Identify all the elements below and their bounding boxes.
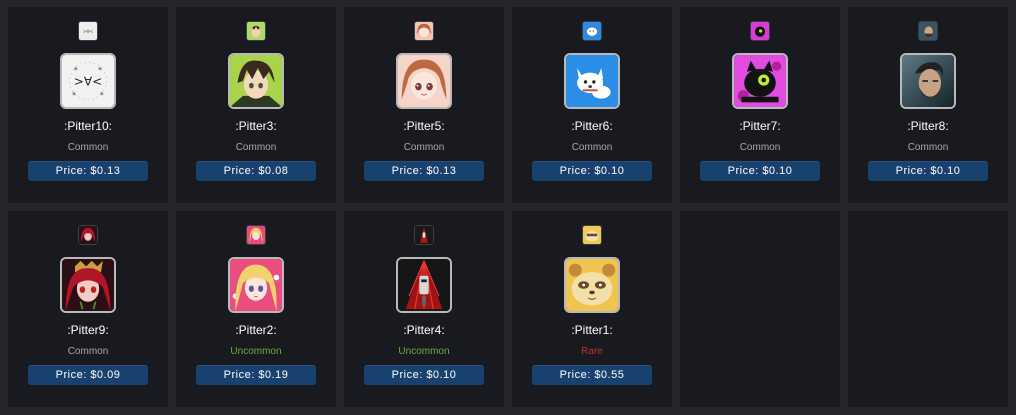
item-name: :Pitter10: xyxy=(63,119,113,133)
emoticon-grid: >∀< ✶ ✶ ✶ ✶ >∀< :Pitter10: Common Price:… xyxy=(0,0,1016,415)
item-name: :Pitter1: xyxy=(571,323,613,337)
item-rarity: Common xyxy=(907,142,949,153)
price-button[interactable]: Price: $0.13 xyxy=(364,161,484,181)
price-button[interactable]: Price: $0.13 xyxy=(28,161,148,181)
price-button[interactable]: Price: $0.10 xyxy=(868,161,988,181)
item-rarity: Common xyxy=(571,142,613,153)
bearded-man-icon xyxy=(919,22,937,40)
item-rarity: Common xyxy=(403,142,445,153)
price-button[interactable]: Price: $0.10 xyxy=(700,161,820,181)
dark-figure-icon xyxy=(396,257,452,313)
svg-text:✶: ✶ xyxy=(99,90,104,98)
item-rarity: Common xyxy=(235,142,277,153)
item-name: :Pitter9: xyxy=(67,323,109,337)
price-button[interactable]: Price: $0.09 xyxy=(28,365,148,385)
black-cat-icon xyxy=(751,22,769,40)
red-haired-girl-icon xyxy=(60,257,116,313)
svg-text:✶: ✶ xyxy=(97,65,102,73)
anime-boy-icon xyxy=(247,22,265,40)
item-card[interactable]: :Pitter1: Rare Price: $0.55 xyxy=(512,211,672,407)
anime-girl-icon xyxy=(396,53,452,109)
blonde-girl-icon xyxy=(228,257,284,313)
anime-girl-icon xyxy=(415,22,433,40)
item-name: :Pitter7: xyxy=(739,119,781,133)
raccoon-icon xyxy=(583,226,601,244)
bearded-man-icon xyxy=(900,53,956,109)
item-rarity: Common xyxy=(67,142,109,153)
item-card[interactable]: :Pitter3: Common Price: $0.08 xyxy=(176,7,336,203)
item-card[interactable]: :Pitter7: Common Price: $0.10 xyxy=(680,7,840,203)
item-card[interactable]: >∀< ✶ ✶ ✶ ✶ >∀< :Pitter10: Common Price:… xyxy=(8,7,168,203)
item-card[interactable]: :Pitter9: Common Price: $0.09 xyxy=(8,211,168,407)
white-dog-icon xyxy=(583,22,601,40)
item-card[interactable]: :Pitter8: Common Price: $0.10 xyxy=(848,7,1008,203)
item-card[interactable]: :Pitter2: Uncommon Price: $0.19 xyxy=(176,211,336,407)
item-card[interactable]: :Pitter5: Common Price: $0.13 xyxy=(344,7,504,203)
item-rarity: Uncommon xyxy=(230,346,282,357)
item-card[interactable]: :Pitter6: Common Price: $0.10 xyxy=(512,7,672,203)
price-button[interactable]: Price: $0.55 xyxy=(532,365,652,385)
black-cat-icon xyxy=(732,53,788,109)
anime-boy-icon xyxy=(228,53,284,109)
item-rarity: Common xyxy=(739,142,781,153)
price-button[interactable]: Price: $0.08 xyxy=(196,161,316,181)
price-button[interactable]: Price: $0.10 xyxy=(364,365,484,385)
item-rarity: Rare xyxy=(581,346,603,357)
svg-text:✶: ✶ xyxy=(73,65,78,73)
kaomoji-face-icon: >∀< xyxy=(79,22,97,40)
white-dog-icon xyxy=(564,53,620,109)
item-rarity: Uncommon xyxy=(398,346,450,357)
price-button[interactable]: Price: $0.19 xyxy=(196,365,316,385)
item-name: :Pitter2: xyxy=(235,323,277,337)
item-card[interactable]: :Pitter4: Uncommon Price: $0.10 xyxy=(344,211,504,407)
item-name: :Pitter5: xyxy=(403,119,445,133)
empty-slot xyxy=(680,211,840,407)
item-rarity: Common xyxy=(67,346,109,357)
item-name: :Pitter3: xyxy=(235,119,277,133)
price-button[interactable]: Price: $0.10 xyxy=(532,161,652,181)
blonde-girl-icon xyxy=(247,226,265,244)
empty-slot xyxy=(848,211,1008,407)
svg-text:>∀<: >∀< xyxy=(83,29,94,35)
svg-text:>∀<: >∀< xyxy=(74,75,102,89)
item-name: :Pitter8: xyxy=(907,119,949,133)
item-name: :Pitter4: xyxy=(403,323,445,337)
kaomoji-face-icon: ✶ ✶ ✶ ✶ >∀< xyxy=(60,53,116,109)
dark-figure-icon xyxy=(415,226,433,244)
red-haired-girl-icon xyxy=(79,226,97,244)
item-name: :Pitter6: xyxy=(571,119,613,133)
svg-text:✶: ✶ xyxy=(71,90,76,98)
raccoon-icon xyxy=(564,257,620,313)
